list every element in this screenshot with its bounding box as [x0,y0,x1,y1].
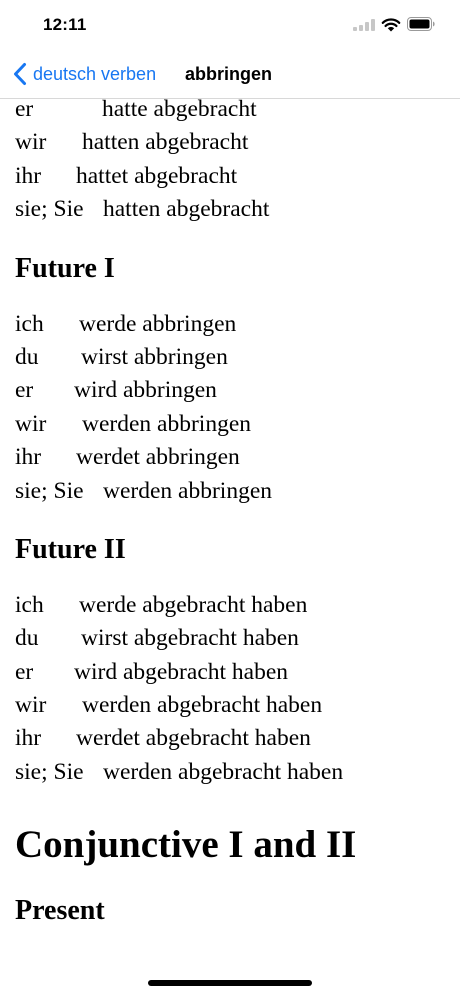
verb-form: werdet abbringen [76,444,240,471]
pronoun: sie; Sie [15,196,84,223]
list-item: du wirst abbringen [15,341,455,374]
status-bar: 12:11 [0,0,460,50]
verb-form: werden abgebracht haben [103,758,344,785]
list-item: wir hatten abgebracht [15,126,455,159]
verb-form: wird abgebracht haben [74,658,289,685]
pronoun: er [15,99,34,122]
pronoun: sie; Sie [15,477,84,504]
section-heading-present: Present [15,895,105,927]
section-heading-conjunctive: Conjunctive I and II [15,823,357,867]
cellular-signal-icon [353,19,375,31]
verb-form: werden abbringen [103,477,272,504]
pronoun: ihr [15,162,42,189]
pronoun: er [15,658,34,685]
pronoun: wir [15,129,47,156]
list-item: er hatte abgebracht [15,99,455,126]
list-item: ihr werdet abgebracht haben [15,722,455,755]
pronoun: ich [15,591,44,618]
list-item: du wirst abgebracht haben [15,622,455,655]
list-item: sie; Sie werden abgebracht haben [15,756,455,789]
pronoun: ihr [15,725,42,752]
list-item: ihr werdet abbringen [15,441,455,474]
verb-form: werdet abgebracht haben [76,725,311,752]
conjugation-content[interactable]: er hatte abgebracht wir hatten abgebracht … [0,99,460,996]
navigation-bar: deutsch verben abbringen [0,50,460,99]
future-2-list: ich werde abgebracht haben du wirst abgebr… [15,589,455,789]
verb-form: wird abbringen [74,377,217,404]
list-item: er wird abbringen [15,374,455,407]
pronoun: wir [15,692,47,719]
list-item: sie; Sie hatten abgebracht [15,193,455,226]
pronoun: du [15,343,39,370]
list-item: ihr hattet abgebracht [15,160,455,193]
verb-form: hatte abgebracht [102,99,257,122]
section-heading-future-2: Future II [15,533,126,565]
verb-form: hatten abgebracht [82,129,249,156]
pronoun: er [15,377,34,404]
verb-form: werde abgebracht haben [79,591,308,618]
chevron-left-icon [14,63,26,85]
future-1-list: ich werde abbringen du wirst abbringen er w… [15,308,455,508]
list-item: ich werde abbringen [15,308,455,341]
pronoun: du [15,625,39,652]
list-item: wir werden abbringen [15,408,455,441]
home-indicator[interactable] [148,980,312,986]
list-item: ich werde abgebracht haben [15,589,455,622]
status-time: 12:11 [43,15,87,34]
pronoun: sie; Sie [15,758,84,785]
list-item: er wird abgebracht haben [15,656,455,689]
verb-form: hatten abgebracht [103,196,270,223]
pluperfect-list: er hatte abgebracht wir hatten abgebracht … [15,99,455,227]
pronoun: wir [15,410,47,437]
verb-form: werden abbringen [82,410,251,437]
verb-form: hattet abgebracht [76,162,238,189]
battery-icon [407,17,435,31]
list-item: wir werden abgebracht haben [15,689,455,722]
pronoun: ihr [15,444,42,471]
verb-form: werde abbringen [79,310,237,337]
wifi-icon [381,18,401,32]
page-title: abbringen [185,64,273,84]
section-heading-future-1: Future I [15,252,115,284]
verb-form: wirst abbringen [81,343,228,370]
verb-form: werden abgebracht haben [82,692,323,719]
verb-form: wirst abgebracht haben [81,625,299,652]
list-item: sie; Sie werden abbringen [15,475,455,508]
pronoun: ich [15,310,44,337]
back-button[interactable]: deutsch verben [13,61,156,87]
back-button-label: deutsch verben [33,63,157,84]
